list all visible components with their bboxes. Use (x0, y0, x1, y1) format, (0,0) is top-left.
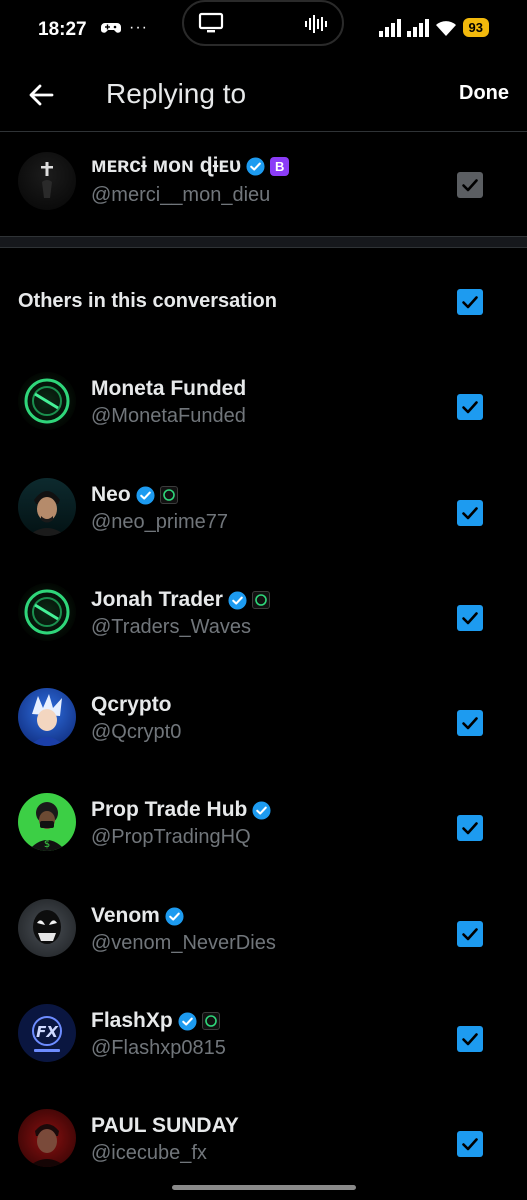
checkmark-icon (462, 179, 478, 192)
svg-text:FX: FX (36, 1023, 59, 1041)
section-divider (0, 236, 527, 248)
checkmark-icon (462, 822, 478, 835)
header: Replying to Done (0, 62, 527, 132)
verified-badge-icon (136, 485, 155, 505)
signal-icon (406, 18, 429, 37)
primary-author-row[interactable]: ᴍᴇʀᴄɨ ᴍᴏɴ ɖɨᴇᴜ B @merci__mon_dieu (0, 132, 527, 238)
status-time: 18:27 (38, 19, 87, 40)
checkmark-icon (462, 1138, 478, 1151)
avatar (18, 688, 76, 746)
game-controller-icon (101, 23, 121, 33)
user-handle: @venom_NeverDies (91, 932, 276, 954)
arrow-left-icon (29, 84, 54, 106)
svg-text:$: $ (44, 839, 50, 850)
list-item[interactable]: Moneta Funded @MonetaFunded (0, 348, 527, 454)
user-checkbox[interactable] (457, 394, 483, 420)
checkmark-icon (462, 928, 478, 941)
avatar (18, 152, 76, 210)
user-name: Prop Trade Hub (91, 798, 248, 821)
status-bar: 18:27 ··· 93 (0, 0, 527, 62)
user-name: Moneta Funded (91, 377, 247, 400)
done-button[interactable]: Done (459, 82, 509, 105)
list-item[interactable]: Venom @venom_NeverDies (0, 875, 527, 981)
list-item[interactable]: $ Prop Trade Hub @PropTradingHQ (0, 769, 527, 875)
wifi-icon (435, 20, 456, 36)
avatar (18, 478, 76, 536)
verified-badge-icon (178, 1011, 197, 1031)
back-button[interactable] (24, 77, 60, 113)
avatar (18, 583, 76, 641)
affiliation-badge-icon (201, 1012, 220, 1030)
checkmark-icon (462, 717, 478, 730)
user-name: ᴍᴇʀᴄɨ ᴍᴏɴ ɖɨᴇᴜ (91, 154, 242, 177)
home-indicator[interactable] (172, 1185, 356, 1190)
verified-badge-icon (165, 906, 184, 926)
user-handle: @Qcrypt0 (91, 721, 182, 743)
user-checkbox[interactable] (457, 1131, 483, 1157)
user-checkbox[interactable] (457, 921, 483, 947)
user-name: FlashXp (91, 1009, 173, 1032)
user-name: Qcrypto (91, 693, 172, 716)
avatar (18, 1109, 76, 1167)
list-item[interactable]: PAUL SUNDAY @icecube_fx (0, 1085, 527, 1191)
signal-icon (378, 18, 401, 37)
verified-badge-icon (228, 590, 247, 610)
list-item[interactable]: Qcrypto @Qcrypt0 (0, 664, 527, 770)
b-badge-icon: B (270, 156, 290, 176)
user-name: Jonah Trader (91, 588, 223, 611)
avatar (18, 899, 76, 957)
user-handle: @MonetaFunded (91, 405, 246, 427)
user-handle: @merci__mon_dieu (91, 184, 271, 206)
user-handle: @Traders_Waves (91, 616, 251, 638)
user-handle: @Flashxp0815 (91, 1037, 226, 1059)
avatar: $ (18, 793, 76, 851)
screen-cast-icon (198, 12, 224, 33)
user-checkbox[interactable] (457, 710, 483, 736)
user-handle: @neo_prime77 (91, 511, 229, 533)
checkmark-icon (462, 507, 478, 520)
user-checkbox[interactable] (457, 500, 483, 526)
affiliation-badge-icon (159, 486, 178, 504)
checkmark-icon (462, 1033, 478, 1046)
list-item[interactable]: Jonah Trader @Traders_Waves (0, 559, 527, 665)
section-label: Others in this conversation (18, 290, 277, 312)
checkmark-icon (462, 401, 478, 414)
checkmark-icon (462, 296, 478, 309)
select-all-checkbox[interactable] (457, 289, 483, 315)
verified-badge-icon (246, 156, 265, 176)
list-item[interactable]: Neo @neo_prime77 (0, 454, 527, 560)
user-handle: @icecube_fx (91, 1142, 207, 1164)
user-name: Venom (91, 904, 160, 927)
audio-wave-icon (305, 15, 327, 33)
affiliation-badge-icon (251, 591, 270, 609)
checkmark-icon (462, 612, 478, 625)
page-title: Replying to (106, 78, 247, 109)
avatar (18, 372, 76, 430)
user-checkbox[interactable] (457, 815, 483, 841)
avatar: FX (18, 1004, 76, 1062)
verified-badge-icon (252, 800, 271, 820)
list-item[interactable]: FX FlashXp @Flashxp0815 (0, 980, 527, 1086)
more-notifications-icon: ··· (129, 19, 148, 36)
dynamic-island (182, 0, 344, 46)
user-handle: @PropTradingHQ (91, 826, 251, 848)
checkbox-disabled (457, 172, 483, 198)
user-name: Neo (91, 483, 131, 506)
user-checkbox[interactable] (457, 1026, 483, 1052)
battery-indicator: 93 (462, 18, 489, 37)
user-checkbox[interactable] (457, 605, 483, 631)
user-name: PAUL SUNDAY (91, 1114, 239, 1137)
